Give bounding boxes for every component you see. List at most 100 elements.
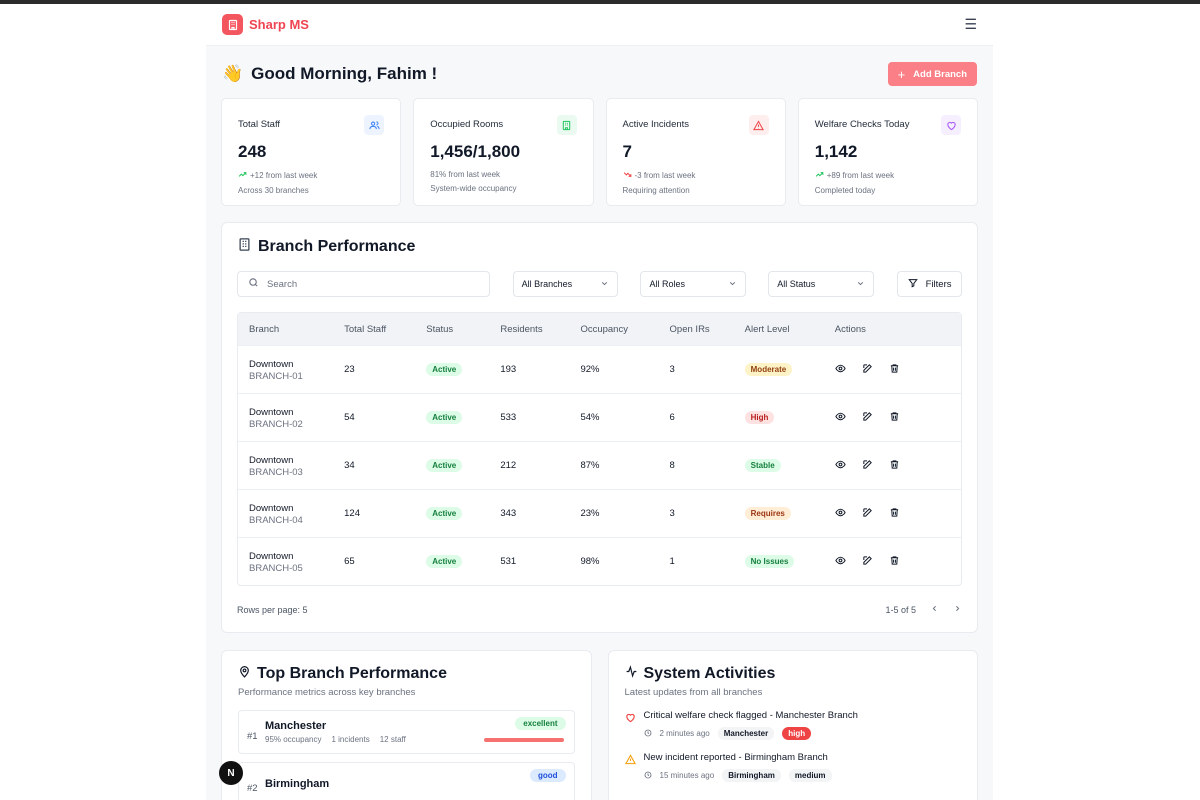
edit-icon[interactable] <box>862 555 873 569</box>
performance-bar <box>483 738 564 742</box>
stat-change-text: +89 from last week <box>826 171 895 180</box>
column-header[interactable]: Status <box>415 313 490 345</box>
stat-subtext: Completed today <box>814 186 876 195</box>
staff-cell: 65 <box>333 537 416 585</box>
filters-button[interactable]: Filters <box>897 271 963 297</box>
search-input[interactable] <box>267 278 467 290</box>
activity-item[interactable]: Critical welfare check flagged - Manches… <box>625 710 962 740</box>
greeting: 👋 Good Morning, Fahim ! <box>222 64 437 84</box>
branch-cell: Downtown BRANCH-03 <box>238 441 334 489</box>
trash-icon[interactable] <box>889 411 900 425</box>
alert-triangle-icon <box>748 115 769 135</box>
staff-cell: 54 <box>333 393 416 441</box>
edit-icon[interactable] <box>862 411 873 425</box>
column-header[interactable]: Residents <box>489 313 570 345</box>
alert-cell: Moderate <box>733 345 824 393</box>
branch-tag: Manchester <box>717 727 775 740</box>
edit-icon[interactable] <box>862 459 873 473</box>
rows-per-page[interactable]: Rows per page: 5 <box>237 605 308 615</box>
search-icon <box>248 275 259 293</box>
alert-badge: Stable <box>744 459 781 472</box>
branch-cell: Downtown BRANCH-02 <box>238 393 334 441</box>
column-header[interactable]: Occupancy <box>569 313 659 345</box>
stat-change-text: -3 from last week <box>634 171 696 180</box>
column-header[interactable]: Actions <box>823 313 961 345</box>
alert-cell: Stable <box>733 441 824 489</box>
branch-staff: 12 staff <box>379 735 406 744</box>
status-badge: Active <box>426 507 463 520</box>
stat-subtext: Across 30 branches <box>238 186 309 195</box>
trash-icon[interactable] <box>889 507 900 521</box>
table-row[interactable]: Downtown BRANCH-02 54 Active 533 54% 6 High <box>238 393 961 441</box>
branch-code: BRANCH-02 <box>249 418 303 430</box>
status-select-value: All Status <box>777 279 816 289</box>
branch-name: Downtown <box>249 502 294 514</box>
greeting-row: 👋 Good Morning, Fahim ! + Add Branch <box>206 62 993 86</box>
stat-subtext: System-wide occupancy <box>430 184 517 193</box>
top-branch-title: Top Branch Performance <box>257 665 447 682</box>
activity-title: New incident reported - Birmingham Branc… <box>643 752 828 763</box>
edit-icon[interactable] <box>862 507 873 521</box>
column-header[interactable]: Alert Level <box>733 313 824 345</box>
search-box <box>237 271 490 297</box>
add-branch-button[interactable]: + Add Branch <box>887 62 977 86</box>
column-header[interactable]: Total Staff <box>333 313 416 345</box>
trash-icon[interactable] <box>889 459 900 473</box>
status-cell: Active <box>415 441 490 489</box>
eye-icon[interactable] <box>835 555 846 569</box>
open-irs-cell: 8 <box>658 441 734 489</box>
chevron-down-icon <box>600 279 609 290</box>
role-select[interactable]: All Roles <box>640 271 747 297</box>
table-header-row: Branch Total Staff Status Residents Occupanc… <box>238 313 961 345</box>
occupancy-cell: 87% <box>569 441 659 489</box>
residents-cell: 531 <box>489 537 570 585</box>
branch-name: Birmingham <box>265 778 330 790</box>
floating-action-button[interactable]: N <box>219 761 243 785</box>
open-irs-cell: 3 <box>658 489 734 537</box>
severity-tag: high <box>782 727 812 740</box>
table-row[interactable]: Downtown BRANCH-03 34 Active 212 87% 8 Stable <box>238 441 961 489</box>
eye-icon[interactable] <box>835 411 846 425</box>
list-item[interactable]: #1 Manchester 95% occupancy 1 incidents … <box>238 710 575 754</box>
stat-title: Active Incidents <box>622 119 690 130</box>
trend-down-icon <box>623 170 632 181</box>
trash-icon[interactable] <box>889 555 900 569</box>
heart-icon <box>625 710 636 740</box>
table-row[interactable]: Downtown BRANCH-01 23 Active 193 92% 3 Moderate <box>238 345 961 393</box>
status-select[interactable]: All Status <box>768 271 875 297</box>
building-icon <box>237 237 252 257</box>
system-activities-subtitle: Latest updates from all branches <box>624 687 763 698</box>
edit-icon[interactable] <box>862 363 873 377</box>
alert-cell: Requires <box>733 489 824 537</box>
branch-select[interactable]: All Branches <box>512 271 619 297</box>
chevron-left-icon[interactable] <box>930 604 939 615</box>
eye-icon[interactable] <box>835 363 846 377</box>
building-logo-icon[interactable] <box>222 14 243 35</box>
top-branch-header: Top Branch Performance <box>238 665 575 683</box>
menu-icon[interactable]: ☰ <box>964 16 977 33</box>
open-irs-cell: 1 <box>658 537 734 585</box>
users-icon <box>364 115 385 135</box>
table-row[interactable]: Downtown BRANCH-05 65 Active 531 98% 1 No Issue… <box>238 537 961 585</box>
column-header[interactable]: Branch <box>238 313 334 345</box>
trash-icon[interactable] <box>889 363 900 377</box>
branch-code: BRANCH-04 <box>249 514 303 526</box>
branch-cell: Downtown BRANCH-04 <box>238 489 334 537</box>
table-row[interactable]: Downtown BRANCH-04 124 Active 343 23% 3 Require… <box>238 489 961 537</box>
activity-item[interactable]: New incident reported - Birmingham Branc… <box>624 752 962 782</box>
table-body: Downtown BRANCH-01 23 Active 193 92% 3 Moderate… <box>238 345 961 585</box>
chevron-right-icon[interactable] <box>953 604 962 615</box>
eye-icon[interactable] <box>835 459 846 473</box>
pagination-controls: 1-5 of 5 <box>885 604 962 615</box>
stat-change-text: +12 from last week <box>250 171 318 180</box>
eye-icon[interactable] <box>835 507 846 521</box>
column-header[interactable]: Open IRs <box>658 313 734 345</box>
occupancy-cell: 98% <box>569 537 659 585</box>
app-name[interactable]: Sharp MS <box>249 17 309 32</box>
open-irs-cell: 6 <box>658 393 734 441</box>
list-item[interactable]: #2 Birmingham good <box>238 762 575 800</box>
stat-card: Total Staff 248 +12 from last week Across 3… <box>221 98 402 206</box>
staff-cell: 124 <box>333 489 416 537</box>
page-range: 1-5 of 5 <box>885 604 916 615</box>
status-cell: Active <box>415 537 490 585</box>
